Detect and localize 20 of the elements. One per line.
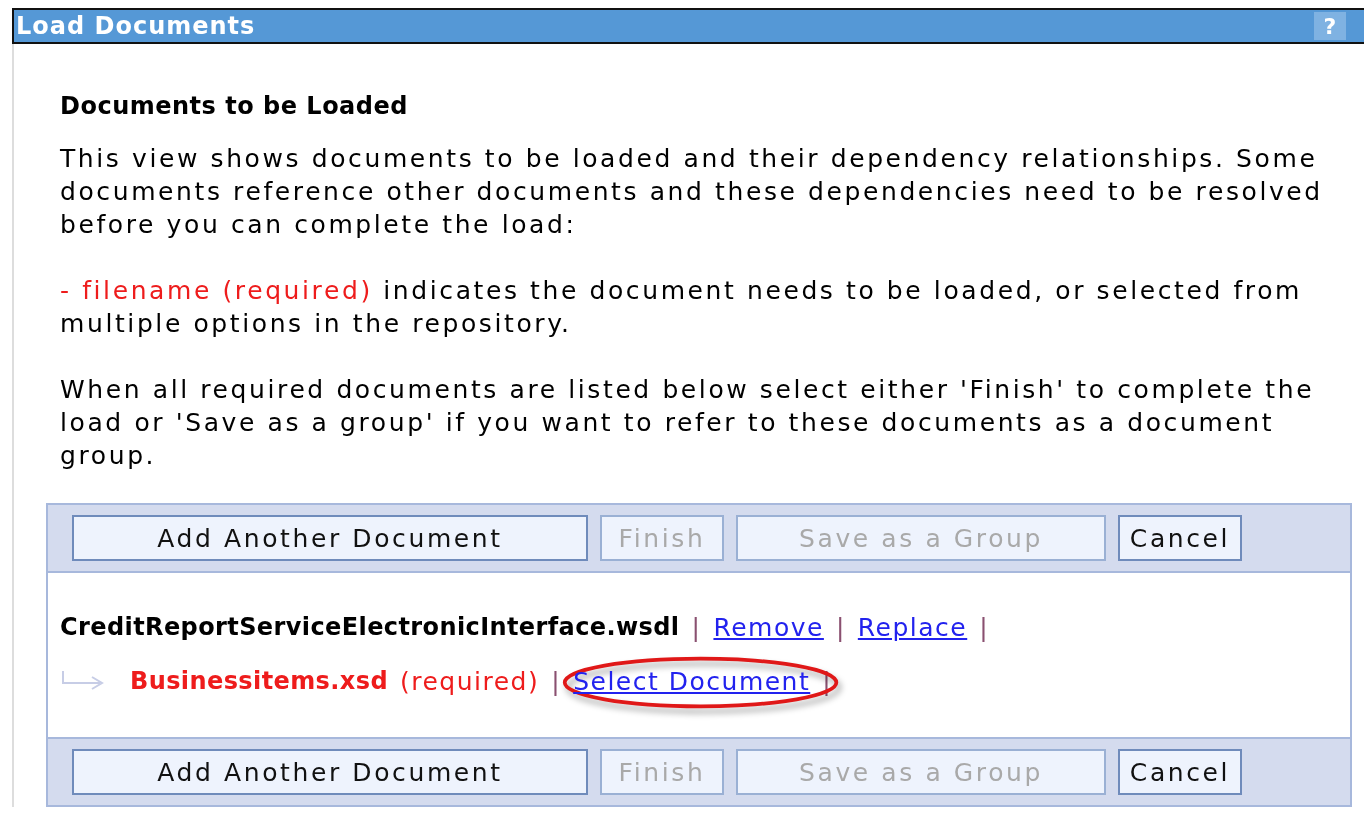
action-link[interactable]: Remove	[713, 612, 824, 642]
separator: |	[979, 612, 990, 642]
section-heading: Documents to be Loaded	[60, 92, 409, 120]
separator: |	[691, 612, 702, 642]
document-name: CreditReportServiceElectronicInterface.wsdl	[60, 613, 680, 641]
toolbar-button[interactable]: Cancel	[1118, 515, 1242, 561]
action-link[interactable]: Replace	[857, 612, 968, 642]
required-label: (required)	[399, 666, 540, 696]
child-arrow-icon	[60, 669, 106, 693]
window-title: Load Documents	[15, 12, 256, 40]
action-link[interactable]: Select Document	[573, 666, 811, 696]
toolbar-button[interactable]: Add Another Document	[72, 749, 588, 795]
intro-text: This view shows documents to be loaded and their dependency relationships. Some documents reference other documents and these dependencies need to be resolved before you can complete the load:	[60, 143, 1324, 241]
toolbar-button[interactable]: Cancel	[1118, 749, 1242, 795]
separator: |	[835, 612, 846, 642]
separator: |	[551, 666, 562, 696]
document-name: Businessitems.xsd	[130, 667, 388, 695]
instructions-text: When all required documents are listed below select either 'Finish' to complete the load or 'Save as a group' if you want to refer to these documents as a document group.	[60, 374, 1316, 472]
toolbar-button[interactable]: Add Another Document	[72, 515, 588, 561]
legend-text: - filename (required) indicates the document needs to be loaded, or selected from multiple options in the repository.	[60, 275, 1304, 340]
